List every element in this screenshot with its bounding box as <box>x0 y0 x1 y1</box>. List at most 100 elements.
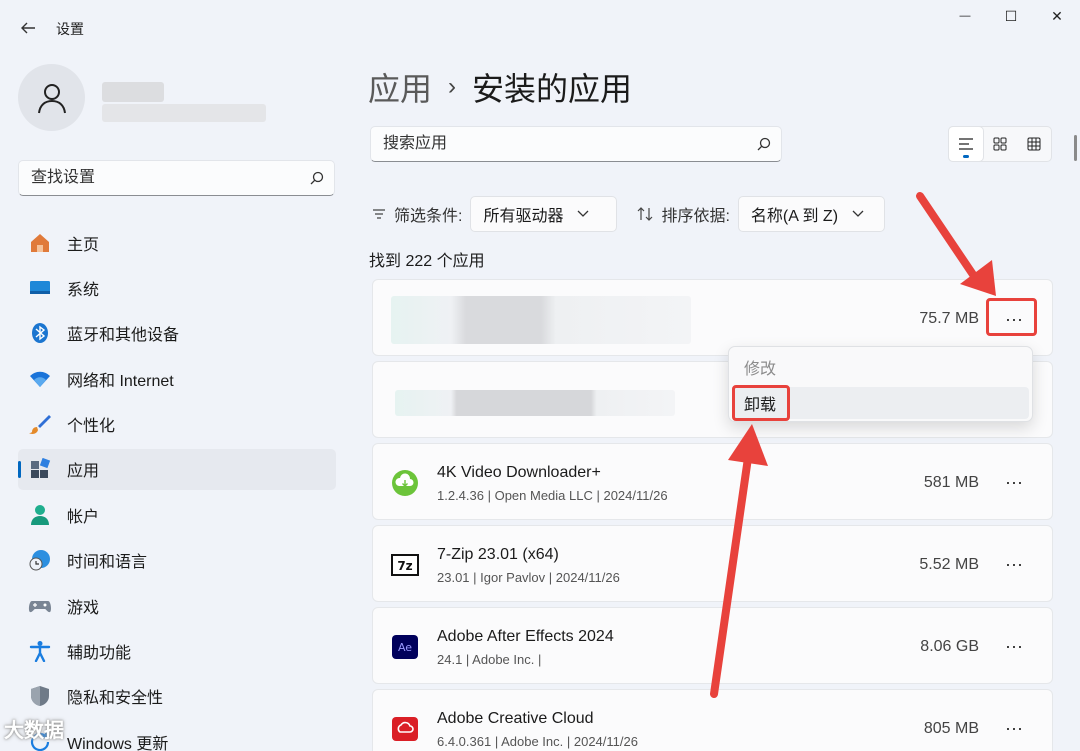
app-meta: 23.01 | Igor Pavlov | 2024/11/26 <box>437 570 620 585</box>
app-row: Adobe Creative Cloud 6.4.0.361 | Adobe I… <box>372 689 1053 751</box>
view-toggle <box>948 126 1052 162</box>
table-view-icon <box>1027 137 1041 151</box>
sidebar-item-label: 应用 <box>67 463 100 481</box>
close-button[interactable]: ✕ <box>1034 0 1080 32</box>
chevron-down-icon <box>578 210 589 217</box>
sidebar-item-label: 游戏 <box>67 599 100 617</box>
app-size: 5.52 MB <box>919 556 979 573</box>
avatar <box>18 64 85 131</box>
app-row: 75.7 MB ··· <box>372 279 1053 356</box>
app-meta: 1.2.4.36 | Open Media LLC | 2024/11/26 <box>437 488 668 503</box>
home-icon <box>28 231 52 255</box>
app-meta: 6.4.0.361 | Adobe Inc. | 2024/11/26 <box>437 734 638 749</box>
app-row: Ae Adobe After Effects 2024 24.1 | Adobe… <box>372 607 1053 684</box>
sidebar-item-home[interactable]: 主页 <box>18 222 336 263</box>
creative-cloud-icon <box>391 715 419 743</box>
sidebar-item-label: 个性化 <box>67 418 116 436</box>
maximize-button[interactable]: ☐ <box>988 0 1034 32</box>
sidebar-nav: 主页 系统 蓝牙和其他设备 网络和 Internet 个性化 应用 帐户 时间和… <box>18 222 336 751</box>
more-options-button[interactable]: ··· <box>992 629 1036 663</box>
menu-item-modify: 修改 <box>744 361 777 378</box>
filter-value: 所有驱动器 <box>483 208 564 225</box>
more-options-button[interactable]: ··· <box>992 465 1036 499</box>
more-options-button[interactable]: ··· <box>992 547 1036 581</box>
more-icon: ··· <box>1005 553 1023 574</box>
sidebar-item-windows-update[interactable]: Windows 更新 <box>18 721 336 751</box>
sort-dropdown[interactable]: 名称(A 到 Z) <box>737 196 885 232</box>
search-icon <box>757 137 771 151</box>
app-name: 4K Video Downloader+ <box>437 464 601 481</box>
app-size: 805 MB <box>923 720 979 737</box>
sidebar-item-label: Windows 更新 <box>67 735 169 751</box>
sidebar-item-system[interactable]: 系统 <box>18 267 336 308</box>
user-profile[interactable] <box>18 64 318 134</box>
sidebar-item-label: 系统 <box>67 281 100 299</box>
title-bar: 设置 — ☐ ✕ <box>0 0 1080 56</box>
brush-icon <box>28 412 52 436</box>
sidebar-item-privacy-security[interactable]: 隐私和安全性 <box>18 676 336 717</box>
chevron-right-icon: › <box>448 73 457 100</box>
sidebar-item-time-language[interactable]: 时间和语言 <box>18 540 336 581</box>
filter-dropdown[interactable]: 所有驱动器 <box>470 196 618 232</box>
7zip-icon: 7z <box>391 551 419 579</box>
minimize-icon: — <box>959 10 971 22</box>
sidebar-item-label: 蓝牙和其他设备 <box>67 327 180 345</box>
minimize-button[interactable]: — <box>942 0 988 32</box>
globe-clock-icon <box>28 548 52 572</box>
app-title: 设置 <box>56 21 84 37</box>
filter-sort-row: 筛选条件: 所有驱动器 排序依据: 名称(A 到 Z) <box>372 196 885 232</box>
app-row: 7z 7-Zip 23.01 (x64) 23.01 | Igor Pavlov… <box>372 525 1053 602</box>
cloud-download-icon <box>391 469 419 497</box>
back-arrow-icon <box>21 22 35 34</box>
app-size: 8.06 GB <box>920 638 979 655</box>
more-icon: ··· <box>1005 471 1023 492</box>
chevron-down-icon <box>852 210 864 217</box>
back-button[interactable] <box>14 14 42 42</box>
watermark: 大数据 <box>4 720 64 742</box>
close-icon: ✕ <box>1051 7 1063 24</box>
sidebar-item-accessibility[interactable]: 辅助功能 <box>18 631 336 672</box>
annotation-highlight-uninstall <box>732 385 790 421</box>
apps-icon <box>28 457 52 481</box>
gamepad-icon <box>28 594 52 618</box>
more-options-button[interactable]: ··· <box>992 711 1036 745</box>
shield-icon <box>28 684 52 708</box>
grid-view-button[interactable] <box>983 127 1017 161</box>
window-controls: — ☐ ✕ <box>942 0 1080 32</box>
app-size: 581 MB <box>923 474 979 491</box>
sort-label: 排序依据: <box>661 208 730 225</box>
more-icon: ··· <box>1005 717 1023 738</box>
app-search-input[interactable] <box>371 127 781 161</box>
app-size: 75.7 MB <box>919 310 979 327</box>
svg-text:Ae: Ae <box>398 641 412 654</box>
breadcrumb-parent[interactable]: 应用 <box>368 64 432 110</box>
sidebar-item-label: 时间和语言 <box>67 554 148 572</box>
sidebar-item-network[interactable]: 网络和 Internet <box>18 358 336 399</box>
accessibility-icon <box>28 639 52 663</box>
search-icon <box>310 171 324 185</box>
settings-search-box[interactable] <box>18 160 335 196</box>
sidebar-item-accounts[interactable]: 帐户 <box>18 494 336 535</box>
sidebar-item-personalization[interactable]: 个性化 <box>18 404 336 445</box>
list-view-button[interactable] <box>949 127 983 161</box>
sidebar-item-label: 帐户 <box>67 508 100 526</box>
bluetooth-icon <box>28 321 52 345</box>
breadcrumb: 应用 › 安装的应用 <box>368 64 632 110</box>
svg-text:7z: 7z <box>397 559 412 573</box>
app-meta: 24.1 | Adobe Inc. | <box>437 652 542 667</box>
scrollbar-thumb[interactable] <box>1074 135 1077 161</box>
sidebar-item-apps[interactable]: 应用 <box>18 448 336 490</box>
table-view-button[interactable] <box>1017 127 1051 161</box>
profile-email-redacted <box>102 104 266 122</box>
settings-search-input[interactable] <box>19 161 334 195</box>
sidebar-item-label: 隐私和安全性 <box>67 690 164 708</box>
sidebar-item-label: 辅助功能 <box>67 645 132 663</box>
sidebar-item-bluetooth[interactable]: 蓝牙和其他设备 <box>18 313 336 354</box>
app-search-box[interactable] <box>370 126 782 162</box>
sidebar-item-label: 网络和 Internet <box>67 372 174 390</box>
filter-icon <box>373 209 385 219</box>
system-icon <box>28 276 52 300</box>
sort-value: 名称(A 到 Z) <box>750 208 839 225</box>
sort-icon <box>638 207 653 221</box>
sidebar-item-gaming[interactable]: 游戏 <box>18 585 336 626</box>
